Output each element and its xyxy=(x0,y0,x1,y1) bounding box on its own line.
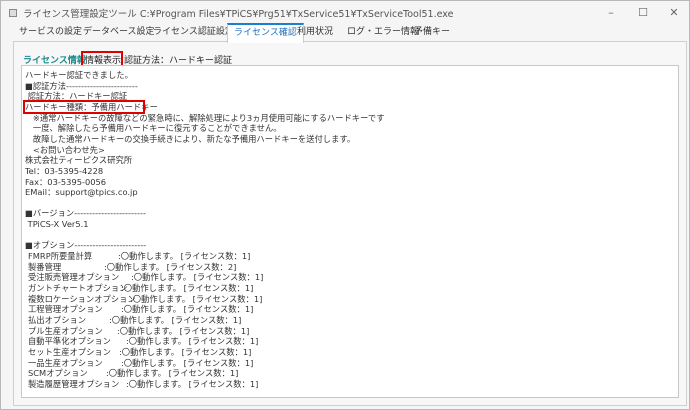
text-line: <お問い合わせ先> xyxy=(25,144,105,155)
text-line: ■認証方法------------------------ xyxy=(25,80,138,91)
option-row: セット生産オプション :〇動作します。 [ライセンス数：1] xyxy=(28,346,251,357)
option-status: :〇動作します。 [ライセンス数：1] xyxy=(117,325,250,336)
text-line: TPiCS-X Ver5.1 xyxy=(25,219,89,230)
option-name: 一品生産オプション xyxy=(28,357,103,368)
option-row: プル生産オプション :〇動作します。 [ライセンス数：1] xyxy=(28,325,249,336)
option-name: ガントチャートオプション xyxy=(28,283,128,293)
text-line: ※通常ハードキーの故障などの緊急時に、解除処理により3ヵ月使用可能にするハードキ… xyxy=(25,112,385,123)
option-name: 工程管理オプション xyxy=(28,304,103,315)
option-status: :〇動作します。 [ライセンス数：1] xyxy=(109,314,242,325)
option-row: 自動平準化オプション :〇動作します。 [ライセンス数：1] xyxy=(28,336,258,347)
option-status: :〇動作します。 [ライセンス数：2] xyxy=(104,261,237,272)
option-status: :〇動作します。 [ライセンス数：1] xyxy=(121,357,254,368)
option-row: 製番管理 :〇動作します。 [ライセンス数：2] xyxy=(28,261,236,272)
text-line: 株式会社ティーピクス研究所 xyxy=(25,155,133,166)
option-row: 製造履歴管理オプション :〇動作します。 [ライセンス数：1] xyxy=(28,378,258,389)
option-status: :〇動作します。 [ライセンス数：1] xyxy=(131,272,264,283)
option-status: :〇動作します。 [ライセンス数：1] xyxy=(121,304,254,315)
option-status: :〇動作します。 [ライセンス数：1] xyxy=(121,283,254,293)
text-line: Fax：03-5395-0056 xyxy=(25,176,107,187)
option-row: SCMオプション :〇動作します。 [ライセンス数：1] xyxy=(28,368,238,379)
option-name: プル生産オプション xyxy=(28,325,103,336)
app-icon xyxy=(9,9,17,17)
option-name: FMRP所要量計算 xyxy=(28,251,93,262)
option-row: 複数ロケーションオプション:〇動作します。 [ライセンス数：1] xyxy=(28,293,262,304)
text-line: 故障した通常ハードキーの交換手続きにより、新たな予備用ハードキーを送付します。 xyxy=(25,133,356,144)
option-status: :〇動作します。 [ライセンス数：1] xyxy=(130,293,263,304)
text-line: ■オプション------------------------ xyxy=(25,240,147,251)
option-name: SCMオプション xyxy=(28,368,88,379)
text-line: ハードキー認証できました。 xyxy=(25,70,133,80)
option-name: 製造履歴管理オプション xyxy=(28,378,120,389)
option-status: :〇動作します。 [ライセンス数：1] xyxy=(126,378,259,389)
window-title: ライセンス管理設定ツール C:¥Program Files¥TPiCS¥Prg5… xyxy=(23,9,454,20)
highlight-box xyxy=(23,100,145,114)
minimize-button[interactable]: – xyxy=(596,4,626,22)
option-status: :〇動作します。 [ライセンス数：1] xyxy=(119,346,252,357)
app-window: ライセンス管理設定ツール C:¥Program Files¥TPiCS¥Prg5… xyxy=(0,0,690,410)
option-row: 工程管理オプション :〇動作します。 [ライセンス数：1] xyxy=(28,304,253,315)
text-line: 一度、解除したら予備用ハードキーに復元することができません。 xyxy=(25,123,282,134)
option-name: 複数ロケーションオプション xyxy=(28,293,136,304)
option-name: 払出オプション xyxy=(28,314,87,325)
option-row: 受注販売管理オプション :〇動作します。 [ライセンス数：1] xyxy=(28,272,263,283)
option-row: 払出オプション :〇動作します。 [ライセンス数：1] xyxy=(28,314,241,325)
tab-bar: サービスの設定 データベース設定 ライセンス認証設定 ライセンス確認 利用状況 … xyxy=(13,23,690,43)
close-button[interactable]: ✕ xyxy=(659,4,689,22)
option-name: 自動平準化オプション xyxy=(28,336,111,347)
tab-license-auth-settings[interactable]: ライセンス認証設定 xyxy=(147,23,240,42)
maximize-button[interactable]: ☐ xyxy=(628,4,658,22)
text-line: EMail：support@tpics.co.jp xyxy=(25,187,138,198)
license-info-textbox[interactable]: ハードキー認証できました。 ■認証方法----------------------… xyxy=(21,65,679,398)
option-row: 一品生産オプション :〇動作します。 [ライセンス数：1] xyxy=(28,357,253,368)
text-line: ■バージョン------------------------ xyxy=(25,208,147,219)
tab-spare-key[interactable]: 予備キー xyxy=(408,23,456,42)
option-status: :〇動作します。 [ライセンス数：1] xyxy=(118,251,251,262)
option-row: FMRP所要量計算 :〇動作します。 [ライセンス数：1] xyxy=(28,251,250,262)
option-row: ガントチャートオプション:〇動作します。 [ライセンス数：1] xyxy=(28,283,253,293)
option-name: 受注販売管理オプション xyxy=(28,272,120,283)
tab-usage[interactable]: 利用状況 xyxy=(291,23,339,42)
option-name: セット生産オプション xyxy=(28,346,111,357)
option-status: :〇動作します。 [ライセンス数：1] xyxy=(126,336,259,347)
option-status: :〇動作します。 [ライセンス数：1] xyxy=(106,368,239,379)
title-bar: ライセンス管理設定ツール C:¥Program Files¥TPiCS¥Prg5… xyxy=(1,1,689,25)
option-name: 製番管理 xyxy=(28,261,62,272)
text-line: Tel：03-5395-4228 xyxy=(25,165,104,176)
